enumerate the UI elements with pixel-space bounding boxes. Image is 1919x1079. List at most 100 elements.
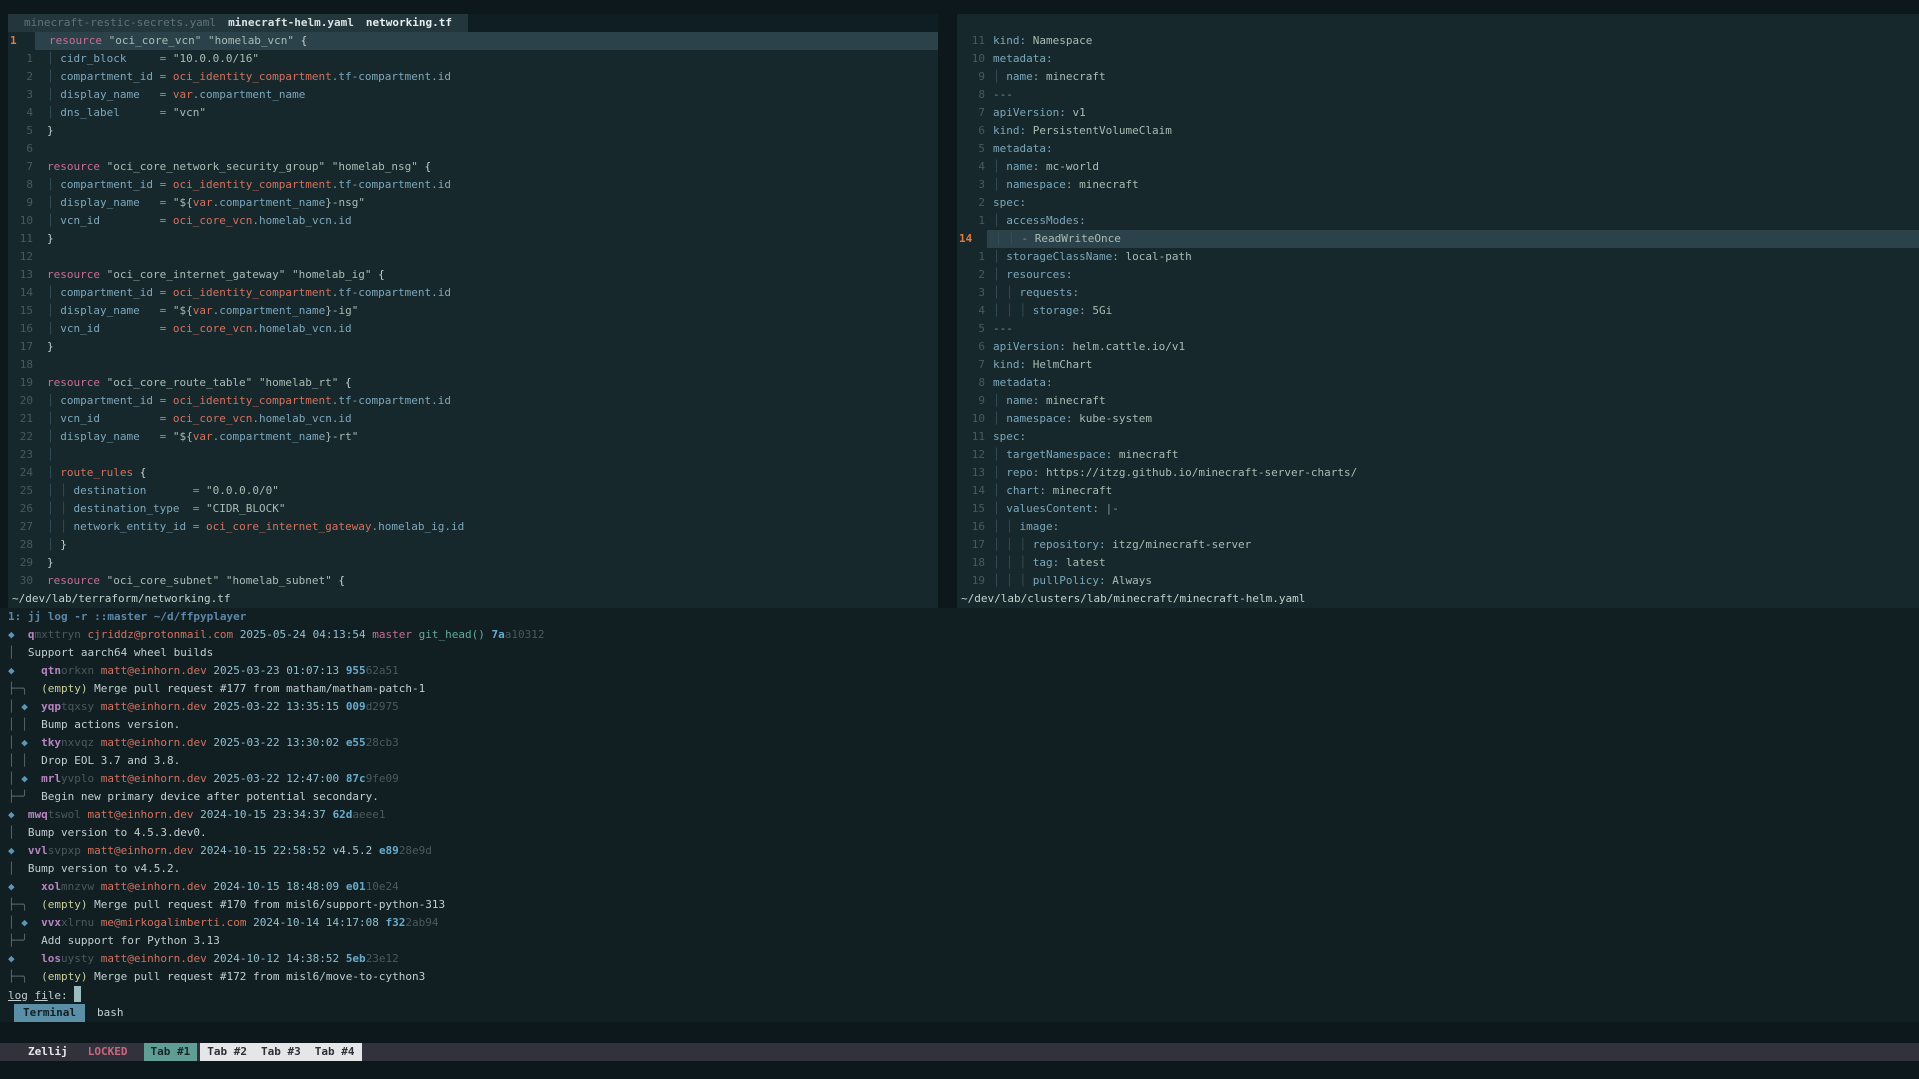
terminal-line[interactable]: ◆ losuysty matt@einhorn.dev 2024-10-12 1… — [8, 950, 1919, 968]
code-token: │ — [47, 106, 60, 119]
code-line[interactable]: 4│ dns_label = "vcn" — [8, 104, 938, 122]
terminal-line[interactable]: ├─╮ (empty) Merge pull request #170 from… — [8, 896, 1919, 914]
code-line[interactable]: 30resource "oci_core_subnet" "homelab_su… — [8, 572, 938, 590]
code-line[interactable]: 20│ compartment_id = oci_identity_compar… — [8, 392, 938, 410]
code-line[interactable]: 11kind: Namespace — [957, 32, 1919, 50]
code-line[interactable]: 29} — [8, 554, 938, 572]
code-token: d2975 — [366, 700, 399, 713]
code-line[interactable]: 14│ │ - ReadWriteOnce — [957, 230, 1919, 248]
code-line[interactable]: 15│ valuesContent: |- — [957, 500, 1919, 518]
code-line[interactable]: 9│ name: minecraft — [957, 68, 1919, 86]
editor-pane-networking-tf[interactable]: minecraft-restic-secrets.yamlminecraft-h… — [8, 14, 938, 608]
code-line[interactable]: 1│ cidr_block = "10.0.0.0/16" — [8, 50, 938, 68]
code-line[interactable]: 8--- — [957, 86, 1919, 104]
code-line[interactable]: 10metadata: — [957, 50, 1919, 68]
terminal-line[interactable]: ◆ xolmnzvw matt@einhorn.dev 2024-10-15 1… — [8, 878, 1919, 896]
zellij-tab-tab-1[interactable]: Tab #1 — [144, 1043, 198, 1061]
code-line[interactable]: 18│ │ │ tag: latest — [957, 554, 1919, 572]
editor-pane-minecraft-helm-yaml[interactable]: 11kind: Namespace10metadata:9│ name: min… — [957, 14, 1919, 608]
code-line[interactable]: 3│ namespace: minecraft — [957, 176, 1919, 194]
terminal-line[interactable]: │ │ Drop EOL 3.7 and 3.8. — [8, 752, 1919, 770]
code-line[interactable]: 23│ — [8, 446, 938, 464]
code-line[interactable]: 6kind: PersistentVolumeClaim — [957, 122, 1919, 140]
code-line[interactable]: 7apiVersion: v1 — [957, 104, 1919, 122]
code-line[interactable]: 19│ │ │ pullPolicy: Always — [957, 572, 1919, 590]
code-line[interactable]: 13resource "oci_core_internet_gateway" "… — [8, 266, 938, 284]
terminal-pane-jj-log[interactable]: 1: jj log -r ::master ~/d/ffpyplayer◆ qm… — [0, 608, 1919, 1022]
code-line[interactable]: 7resource "oci_core_network_security_gro… — [8, 158, 938, 176]
terminal-line[interactable]: │ Bump version to v4.5.2. — [8, 860, 1919, 878]
terminal-line[interactable]: ├─╮ (empty) Merge pull request #172 from… — [8, 968, 1919, 986]
code-line[interactable]: 21│ vcn_id = oci_core_vcn.homelab_vcn.id — [8, 410, 938, 428]
code-line[interactable]: 18 — [8, 356, 938, 374]
zellij-tab-tab-2[interactable]: Tab #2 — [200, 1043, 254, 1061]
terminal-line[interactable]: ├─╯ Begin new primary device after poten… — [8, 788, 1919, 806]
code-line[interactable]: 19resource "oci_core_route_table" "homel… — [8, 374, 938, 392]
code-line[interactable]: 2spec: — [957, 194, 1919, 212]
code-line[interactable]: 5metadata: — [957, 140, 1919, 158]
code-line[interactable]: 15│ display_name = "${var.compartment_na… — [8, 302, 938, 320]
zellij-tab-tab-3[interactable]: Tab #3 — [254, 1043, 308, 1061]
code-line[interactable]: 24│ route_rules { — [8, 464, 938, 482]
terminal-line[interactable]: ◆ qmxttryn cjriddz@protonmail.com 2025-0… — [8, 626, 1919, 644]
code-line[interactable]: 22│ display_name = "${var.compartment_na… — [8, 428, 938, 446]
code-line[interactable]: 10│ vcn_id = oci_core_vcn.homelab_vcn.id — [8, 212, 938, 230]
buffer-tab-networking.tf[interactable]: networking.tf — [360, 14, 458, 32]
code-line[interactable]: 4│ │ │ storage: 5Gi — [957, 302, 1919, 320]
code-line[interactable]: 13│ repo: https://itzg.github.io/minecra… — [957, 464, 1919, 482]
code-line[interactable]: 10│ namespace: kube-system — [957, 410, 1919, 428]
code-line[interactable]: 2│ resources: — [957, 266, 1919, 284]
code-line[interactable]: 17│ │ │ repository: itzg/minecraft-serve… — [957, 536, 1919, 554]
terminal-line[interactable]: │ │ Bump actions version. — [8, 716, 1919, 734]
terminal-line[interactable]: │ Bump version to 4.5.3.dev0. — [8, 824, 1919, 842]
code-area-yaml[interactable]: 11kind: Namespace10metadata:9│ name: min… — [957, 32, 1919, 590]
code-line[interactable]: 9│ name: minecraft — [957, 392, 1919, 410]
code-line[interactable]: 9│ display_name = "${var.compartment_nam… — [8, 194, 938, 212]
code-line[interactable]: 16│ │ image: — [957, 518, 1919, 536]
terminal-line[interactable]: 1: jj log -r ::master ~/d/ffpyplayer — [8, 608, 1919, 626]
code-line[interactable]: 1resource "oci_core_vcn" "homelab_vcn" { — [8, 32, 938, 50]
code-line[interactable]: 8│ compartment_id = oci_identity_compart… — [8, 176, 938, 194]
terminal-mode-chip[interactable]: Terminal — [14, 1004, 85, 1022]
zellij-tab-tab-4[interactable]: Tab #4 — [308, 1043, 362, 1061]
code-line[interactable]: 4│ name: mc-world — [957, 158, 1919, 176]
code-line[interactable]: 6 — [8, 140, 938, 158]
code-line[interactable]: 6apiVersion: helm.cattle.io/v1 — [957, 338, 1919, 356]
terminal-line[interactable]: ├─╮ (empty) Merge pull request #177 from… — [8, 680, 1919, 698]
code-line[interactable]: 12│ targetNamespace: minecraft — [957, 446, 1919, 464]
terminal-line[interactable]: │ ◆ vvxxlrnu me@mirkogalimberti.com 2024… — [8, 914, 1919, 932]
code-line[interactable]: 5--- — [957, 320, 1919, 338]
terminal-line[interactable]: │ Support aarch64 wheel builds — [8, 644, 1919, 662]
code-line[interactable]: 25│ │ destination = "0.0.0.0/0" — [8, 482, 938, 500]
code-line[interactable]: 7kind: HelmChart — [957, 356, 1919, 374]
code-line[interactable]: 26│ │ destination_type = "CIDR_BLOCK" — [8, 500, 938, 518]
code-line[interactable]: 12 — [8, 248, 938, 266]
code-line[interactable]: 27│ │ network_entity_id = oci_core_inter… — [8, 518, 938, 536]
code-line[interactable]: 1│ storageClassName: local-path — [957, 248, 1919, 266]
terminal-line[interactable]: ◆ qtnorkxn matt@einhorn.dev 2025-03-23 0… — [8, 662, 1919, 680]
code-line[interactable]: 2│ compartment_id = oci_identity_compart… — [8, 68, 938, 86]
buffer-tab-minecraft-helm.yaml[interactable]: minecraft-helm.yaml — [222, 14, 360, 32]
code-line[interactable]: 16│ vcn_id = oci_core_vcn.homelab_vcn.id — [8, 320, 938, 338]
code-line[interactable]: 28│ } — [8, 536, 938, 554]
code-line[interactable]: 11} — [8, 230, 938, 248]
terminal-line[interactable]: │ ◆ mrlyvplo matt@einhorn.dev 2025-03-22… — [8, 770, 1919, 788]
terminal-line[interactable]: ├─╯ Add support for Python 3.13 — [8, 932, 1919, 950]
code-area-terraform[interactable]: 1resource "oci_core_vcn" "homelab_vcn" {… — [8, 32, 938, 590]
buffer-tab-minecraft-restic-secrets.yaml[interactable]: minecraft-restic-secrets.yaml — [18, 14, 222, 32]
code-line[interactable]: 5} — [8, 122, 938, 140]
terminal-line[interactable]: ◆ mwqtswol matt@einhorn.dev 2024-10-15 2… — [8, 806, 1919, 824]
terminal-line[interactable]: ◆ vvlsvpxp matt@einhorn.dev 2024-10-15 2… — [8, 842, 1919, 860]
code-line[interactable]: 17} — [8, 338, 938, 356]
code-line[interactable]: 8metadata: — [957, 374, 1919, 392]
code-token: 7a — [492, 628, 505, 641]
terminal-line[interactable]: │ ◆ tkynxvqz matt@einhorn.dev 2025-03-22… — [8, 734, 1919, 752]
code-line[interactable]: 3│ │ requests: — [957, 284, 1919, 302]
code-line[interactable]: 14│ chart: minecraft — [957, 482, 1919, 500]
terminal-line[interactable]: log file: — [8, 986, 1919, 1004]
code-line[interactable]: 11spec: — [957, 428, 1919, 446]
code-line[interactable]: 1│ accessModes: — [957, 212, 1919, 230]
terminal-line[interactable]: │ ◆ yqptqxsy matt@einhorn.dev 2025-03-22… — [8, 698, 1919, 716]
code-line[interactable]: 3│ display_name = var.compartment_name — [8, 86, 938, 104]
code-line[interactable]: 14│ compartment_id = oci_identity_compar… — [8, 284, 938, 302]
